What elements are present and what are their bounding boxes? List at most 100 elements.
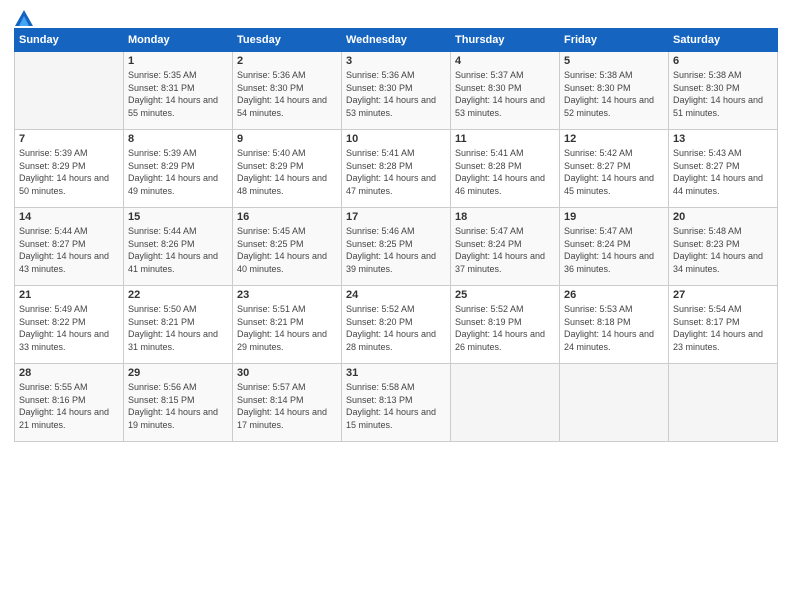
calendar-cell: 26 Sunrise: 5:53 AMSunset: 8:18 PMDayligh… [560, 286, 669, 364]
day-number: 1 [128, 55, 228, 67]
day-info: Sunrise: 5:57 AMSunset: 8:14 PMDaylight:… [237, 381, 337, 431]
calendar-cell: 11 Sunrise: 5:41 AMSunset: 8:28 PMDayligh… [451, 130, 560, 208]
day-number: 19 [564, 211, 664, 223]
day-number: 23 [237, 289, 337, 301]
calendar-week-row: 1 Sunrise: 5:35 AMSunset: 8:31 PMDaylight… [15, 52, 778, 130]
calendar-cell: 29 Sunrise: 5:56 AMSunset: 8:15 PMDayligh… [124, 364, 233, 442]
calendar-week-row: 14 Sunrise: 5:44 AMSunset: 8:27 PMDayligh… [15, 208, 778, 286]
day-number: 18 [455, 211, 555, 223]
day-number: 26 [564, 289, 664, 301]
day-number: 30 [237, 367, 337, 379]
day-number: 13 [673, 133, 773, 145]
calendar-cell [451, 364, 560, 442]
day-info: Sunrise: 5:54 AMSunset: 8:17 PMDaylight:… [673, 303, 773, 353]
day-number: 31 [346, 367, 446, 379]
day-number: 16 [237, 211, 337, 223]
day-info: Sunrise: 5:36 AMSunset: 8:30 PMDaylight:… [237, 69, 337, 119]
day-info: Sunrise: 5:39 AMSunset: 8:29 PMDaylight:… [19, 147, 119, 197]
header-row: SundayMondayTuesdayWednesdayThursdayFrid… [15, 29, 778, 52]
header [14, 10, 778, 22]
day-number: 15 [128, 211, 228, 223]
day-number: 5 [564, 55, 664, 67]
calendar-cell: 15 Sunrise: 5:44 AMSunset: 8:26 PMDayligh… [124, 208, 233, 286]
day-info: Sunrise: 5:42 AMSunset: 8:27 PMDaylight:… [564, 147, 664, 197]
day-info: Sunrise: 5:49 AMSunset: 8:22 PMDaylight:… [19, 303, 119, 353]
calendar-week-row: 21 Sunrise: 5:49 AMSunset: 8:22 PMDayligh… [15, 286, 778, 364]
day-info: Sunrise: 5:39 AMSunset: 8:29 PMDaylight:… [128, 147, 228, 197]
day-number: 10 [346, 133, 446, 145]
calendar-cell: 9 Sunrise: 5:40 AMSunset: 8:29 PMDaylight… [233, 130, 342, 208]
calendar-cell: 22 Sunrise: 5:50 AMSunset: 8:21 PMDayligh… [124, 286, 233, 364]
day-info: Sunrise: 5:37 AMSunset: 8:30 PMDaylight:… [455, 69, 555, 119]
day-info: Sunrise: 5:40 AMSunset: 8:29 PMDaylight:… [237, 147, 337, 197]
calendar-cell: 31 Sunrise: 5:58 AMSunset: 8:13 PMDayligh… [342, 364, 451, 442]
calendar-cell [560, 364, 669, 442]
day-info: Sunrise: 5:52 AMSunset: 8:20 PMDaylight:… [346, 303, 446, 353]
calendar-cell: 5 Sunrise: 5:38 AMSunset: 8:30 PMDaylight… [560, 52, 669, 130]
day-number: 12 [564, 133, 664, 145]
calendar-week-row: 28 Sunrise: 5:55 AMSunset: 8:16 PMDayligh… [15, 364, 778, 442]
day-number: 4 [455, 55, 555, 67]
day-info: Sunrise: 5:35 AMSunset: 8:31 PMDaylight:… [128, 69, 228, 119]
calendar-cell: 27Sunrise: 5:54 AMSunset: 8:17 PMDayligh… [669, 286, 778, 364]
calendar-cell: 3Sunrise: 5:36 AMSunset: 8:30 PMDaylight… [342, 52, 451, 130]
calendar-cell: 23 Sunrise: 5:51 AMSunset: 8:21 PMDayligh… [233, 286, 342, 364]
calendar-cell: 25Sunrise: 5:52 AMSunset: 8:19 PMDayligh… [451, 286, 560, 364]
day-info: Sunrise: 5:38 AMSunset: 8:30 PMDaylight:… [564, 69, 664, 119]
day-number: 11 [455, 133, 555, 145]
weekday-header: Tuesday [233, 29, 342, 52]
day-info: Sunrise: 5:41 AMSunset: 8:28 PMDaylight:… [455, 147, 555, 197]
day-info: Sunrise: 5:58 AMSunset: 8:13 PMDaylight:… [346, 381, 446, 431]
day-info: Sunrise: 5:44 AMSunset: 8:26 PMDaylight:… [128, 225, 228, 275]
day-info: Sunrise: 5:44 AMSunset: 8:27 PMDaylight:… [19, 225, 119, 275]
day-number: 6 [673, 55, 773, 67]
calendar-cell [669, 364, 778, 442]
calendar-cell: 19Sunrise: 5:47 AMSunset: 8:24 PMDayligh… [560, 208, 669, 286]
day-info: Sunrise: 5:51 AMSunset: 8:21 PMDaylight:… [237, 303, 337, 353]
calendar-cell: 14 Sunrise: 5:44 AMSunset: 8:27 PMDayligh… [15, 208, 124, 286]
day-info: Sunrise: 5:38 AMSunset: 8:30 PMDaylight:… [673, 69, 773, 119]
day-number: 2 [237, 55, 337, 67]
calendar-cell: 7Sunrise: 5:39 AMSunset: 8:29 PMDaylight… [15, 130, 124, 208]
day-number: 8 [128, 133, 228, 145]
day-number: 22 [128, 289, 228, 301]
day-info: Sunrise: 5:52 AMSunset: 8:19 PMDaylight:… [455, 303, 555, 353]
calendar-cell: 18Sunrise: 5:47 AMSunset: 8:24 PMDayligh… [451, 208, 560, 286]
calendar-cell: 16 Sunrise: 5:45 AMSunset: 8:25 PMDayligh… [233, 208, 342, 286]
day-info: Sunrise: 5:46 AMSunset: 8:25 PMDaylight:… [346, 225, 446, 275]
calendar-cell: 28 Sunrise: 5:55 AMSunset: 8:16 PMDayligh… [15, 364, 124, 442]
day-info: Sunrise: 5:48 AMSunset: 8:23 PMDaylight:… [673, 225, 773, 275]
calendar-cell: 13 Sunrise: 5:43 AMSunset: 8:27 PMDayligh… [669, 130, 778, 208]
day-number: 21 [19, 289, 119, 301]
calendar-cell [15, 52, 124, 130]
logo-icon [15, 10, 33, 26]
day-number: 9 [237, 133, 337, 145]
calendar-cell: 20 Sunrise: 5:48 AMSunset: 8:23 PMDayligh… [669, 208, 778, 286]
day-info: Sunrise: 5:50 AMSunset: 8:21 PMDaylight:… [128, 303, 228, 353]
day-number: 24 [346, 289, 446, 301]
day-number: 28 [19, 367, 119, 379]
day-info: Sunrise: 5:53 AMSunset: 8:18 PMDaylight:… [564, 303, 664, 353]
calendar-week-row: 7Sunrise: 5:39 AMSunset: 8:29 PMDaylight… [15, 130, 778, 208]
calendar-cell: 21 Sunrise: 5:49 AMSunset: 8:22 PMDayligh… [15, 286, 124, 364]
day-info: Sunrise: 5:43 AMSunset: 8:27 PMDaylight:… [673, 147, 773, 197]
weekday-header: Saturday [669, 29, 778, 52]
weekday-header: Friday [560, 29, 669, 52]
calendar-cell: 1 Sunrise: 5:35 AMSunset: 8:31 PMDaylight… [124, 52, 233, 130]
day-info: Sunrise: 5:41 AMSunset: 8:28 PMDaylight:… [346, 147, 446, 197]
day-number: 3 [346, 55, 446, 67]
calendar-table: SundayMondayTuesdayWednesdayThursdayFrid… [14, 28, 778, 442]
day-info: Sunrise: 5:45 AMSunset: 8:25 PMDaylight:… [237, 225, 337, 275]
calendar-cell: 6 Sunrise: 5:38 AMSunset: 8:30 PMDaylight… [669, 52, 778, 130]
day-number: 20 [673, 211, 773, 223]
calendar-cell: 24 Sunrise: 5:52 AMSunset: 8:20 PMDayligh… [342, 286, 451, 364]
day-number: 14 [19, 211, 119, 223]
logo [14, 10, 33, 22]
calendar-cell: 4 Sunrise: 5:37 AMSunset: 8:30 PMDaylight… [451, 52, 560, 130]
weekday-header: Monday [124, 29, 233, 52]
day-info: Sunrise: 5:56 AMSunset: 8:15 PMDaylight:… [128, 381, 228, 431]
day-number: 29 [128, 367, 228, 379]
calendar-cell: 2 Sunrise: 5:36 AMSunset: 8:30 PMDaylight… [233, 52, 342, 130]
calendar-cell: 17Sunrise: 5:46 AMSunset: 8:25 PMDayligh… [342, 208, 451, 286]
day-info: Sunrise: 5:55 AMSunset: 8:16 PMDaylight:… [19, 381, 119, 431]
